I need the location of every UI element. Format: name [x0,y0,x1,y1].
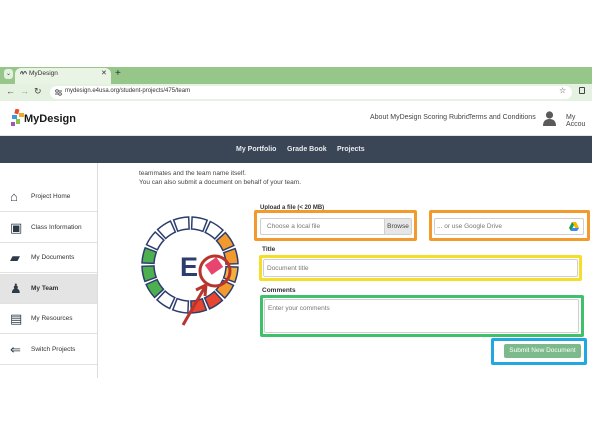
sidebar-item-label: My Team [31,285,59,292]
back-icon[interactable]: ← [6,86,15,96]
classroom-icon: ▣ [10,220,23,235]
wheel-segment [190,216,209,233]
arrow-left-icon: ⇐ [10,342,21,357]
sidebar-item-class-information[interactable]: ▣ Class Information [0,213,97,243]
sidebar-item-label: Switch Projects [31,346,76,353]
sidebar-item-label: Project Home [31,193,71,200]
sidebar-item-switch-projects[interactable]: ⇐ Switch Projects [0,335,97,365]
nav-projects[interactable]: Projects [337,146,365,153]
local-file-placeholder: Choose a local file [267,223,321,230]
header-link-scoring-rubric[interactable]: About MyDesign Scoring Rubric [370,114,469,121]
home-icon: ⌂ [10,189,18,204]
site-logo-text[interactable]: MyDesign [24,113,76,125]
comments-placeholder: Enter your comments [268,305,330,312]
sidebar-item-my-team[interactable]: ♟ My Team [0,274,97,304]
google-drive-placeholder: ... or use Google Drive [437,223,503,230]
bookmark-star-icon[interactable]: ☆ [559,86,566,95]
title-label: Title [262,246,276,253]
pencil-highlight-icon [204,257,224,275]
tab-title: MyDesign [29,70,58,77]
favicon-icon [20,71,27,76]
tab-search-button[interactable]: ⌄ [4,69,13,79]
header-link-my-account[interactable]: My Accou [566,114,592,128]
tab-close-icon[interactable]: ✕ [101,69,107,77]
folder-icon: ▰ [10,250,20,265]
wheel-segment [141,246,158,265]
sidebar-item-my-resources[interactable]: ▤ My Resources [0,304,97,334]
wheel-segment [172,216,190,233]
intro-line-3: You can also submit a document on behalf… [139,179,301,186]
comments-label: Comments [262,287,296,294]
wheel-segment [141,265,158,283]
wheel-letter: E [180,252,198,282]
sidebar-item-label: My Documents [31,254,75,261]
sidebar-item-label: Class Information [31,224,82,231]
nav-my-portfolio[interactable]: My Portfolio [236,146,276,153]
design-process-wheel: E [141,216,239,326]
document-title-input[interactable] [263,259,578,277]
sidebar-item-my-documents[interactable]: ▰ My Documents [0,243,97,273]
user-avatar-icon[interactable] [543,111,556,126]
side-panel-icon[interactable] [579,87,585,94]
header-link-terms[interactable]: Terms and Conditions [468,114,536,121]
book-icon: ▤ [10,311,23,326]
wheel-segment [171,297,190,314]
site-info-icon[interactable] [55,89,62,96]
sidebar-item-project-home[interactable]: ⌂ Project Home [0,182,97,212]
url-text: mydesign.e4usa.org/student-projects/475/… [65,88,191,94]
document-title-placeholder: Document title [267,265,309,272]
submit-new-document-button[interactable]: Submit New Document [504,344,581,358]
forward-icon[interactable]: → [20,86,29,96]
browse-button[interactable]: Browse [384,219,411,234]
nav-grade-book[interactable]: Grade Book [287,146,327,153]
sidebar-item-label: My Resources [31,315,73,322]
team-icon: ♟ [10,281,22,296]
google-drive-icon[interactable] [569,222,579,231]
reload-icon[interactable]: ↻ [34,86,42,97]
new-tab-button[interactable]: + [115,68,121,79]
intro-line-2: teammates and the team name itself. [139,170,246,177]
